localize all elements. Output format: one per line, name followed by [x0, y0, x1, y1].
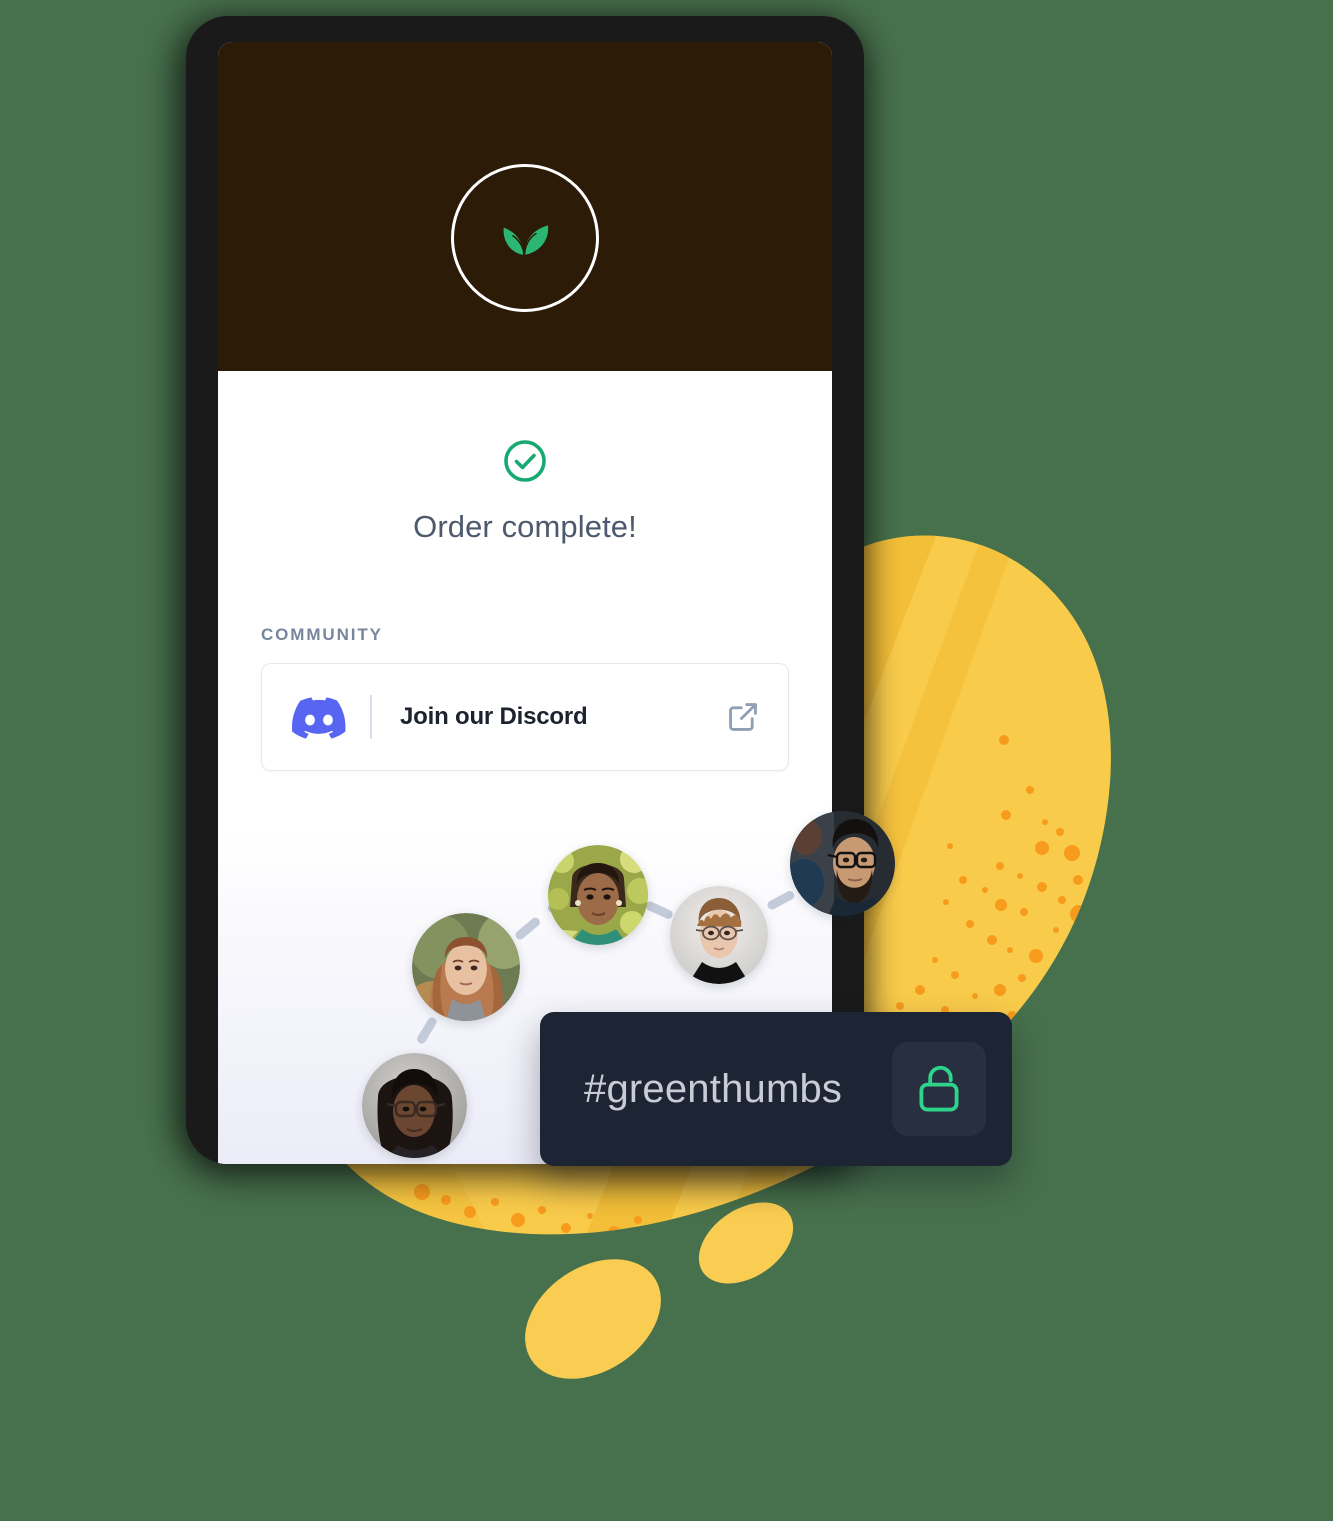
hashtag-label: #greenthumbs [584, 1066, 843, 1111]
community-section-label: COMMUNITY [261, 625, 383, 644]
check-circle-icon [504, 440, 546, 482]
card-divider [370, 695, 372, 739]
discord-logo-icon [292, 697, 346, 739]
order-status-title: Order complete! [413, 509, 637, 544]
decorative-ellipse-left [525, 1259, 661, 1379]
decorative-ellipse-right [698, 1202, 794, 1284]
unlock-icon-button[interactable] [892, 1042, 986, 1136]
join-discord-label: Join our Discord [400, 703, 588, 730]
external-link-icon[interactable] [726, 700, 760, 734]
phone-device: Order complete! COMMUNITY Join our Disco… [186, 16, 864, 1164]
screenshot-stage: Order complete! COMMUNITY Join our Disco… [0, 0, 1333, 1521]
leaf-plant-icon [503, 225, 549, 257]
avatar-woman-glasses-curly[interactable] [362, 1053, 467, 1158]
avatar-bearded-man-glasses[interactable] [790, 811, 895, 916]
order-status-icon-wrap [218, 437, 832, 485]
hashtag-badge[interactable]: #greenthumbs [540, 1012, 1012, 1166]
join-discord-card[interactable]: Join our Discord [261, 663, 789, 771]
avatar-young-man-glasses[interactable] [670, 886, 768, 984]
avatar-woman-auburn-hair[interactable] [412, 913, 520, 1021]
brand-logo-ring [451, 164, 599, 312]
app-header [218, 42, 832, 371]
avatar-woman-floral-scarf[interactable] [548, 845, 648, 945]
phone-screen: Order complete! COMMUNITY Join our Disco… [218, 42, 832, 1164]
unlock-icon [919, 1065, 959, 1112]
